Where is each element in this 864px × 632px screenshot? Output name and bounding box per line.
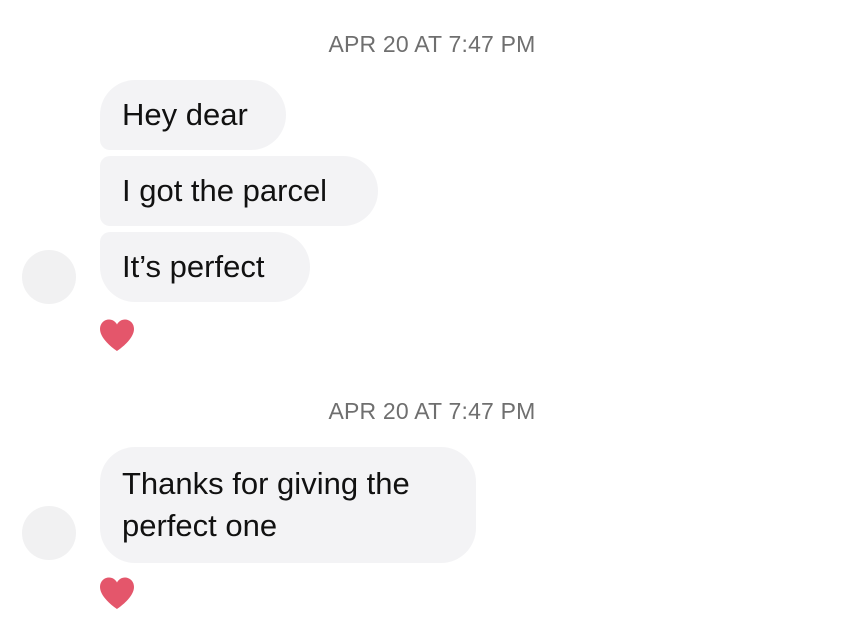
message-bubble[interactable]: It’s perfect	[100, 232, 310, 302]
message-bubble[interactable]: Hey dear	[100, 80, 286, 150]
heart-icon[interactable]	[98, 576, 136, 610]
message-timestamp: APR 20 AT 7:47 PM	[328, 398, 536, 424]
message-bubble[interactable]: I got the parcel	[100, 156, 378, 226]
heart-icon[interactable]	[98, 318, 136, 352]
message-bubble[interactable]: Thanks for giving the perfect one	[100, 447, 476, 563]
message-timestamp: APR 20 AT 7:47 PM	[328, 31, 536, 57]
sender-avatar[interactable]	[22, 250, 76, 304]
sender-avatar[interactable]	[22, 506, 76, 560]
